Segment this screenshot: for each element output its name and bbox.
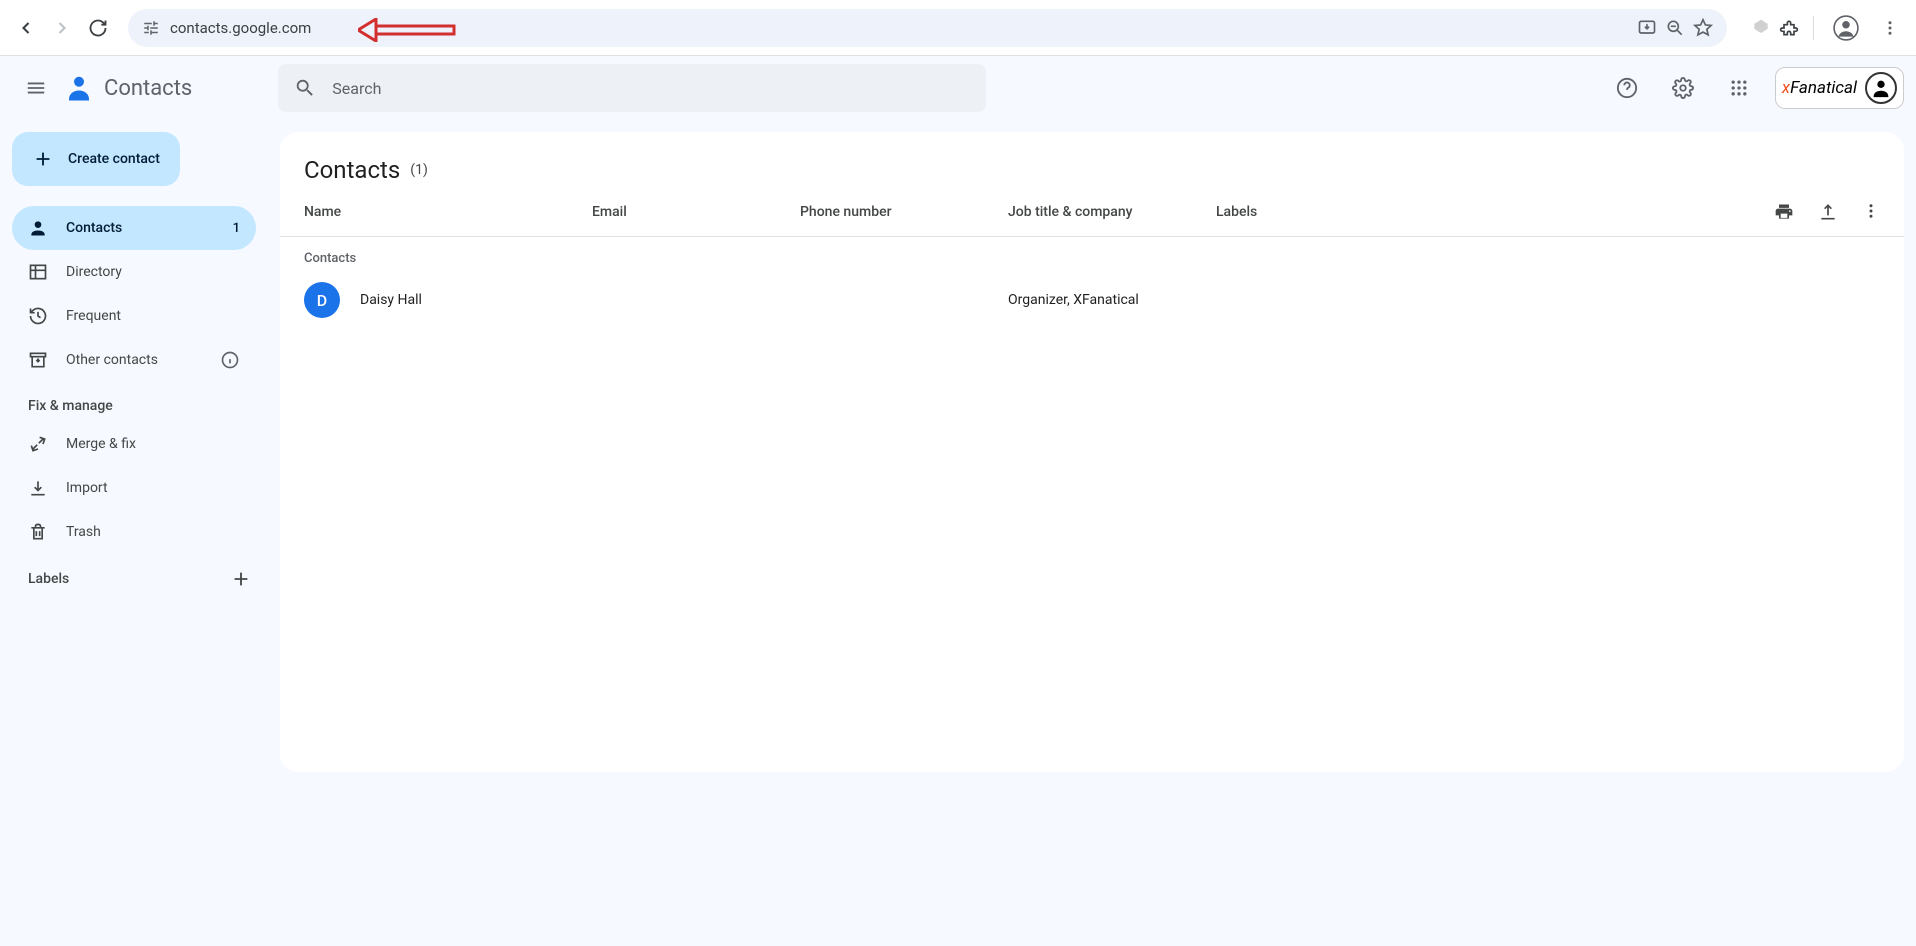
page-title: Contacts (1): [280, 156, 1904, 184]
browser-toolbar: contacts.google.com: [0, 0, 1916, 56]
account-brand: xFanatical: [1782, 78, 1857, 98]
labels-header-text: Labels: [28, 571, 69, 587]
col-header-phone: Phone number: [800, 204, 1008, 220]
contact-avatar: D: [304, 282, 340, 318]
search-box[interactable]: [278, 64, 986, 112]
create-contact-button[interactable]: Create contact: [12, 132, 180, 186]
help-button[interactable]: [1607, 68, 1647, 108]
plus-icon: [230, 568, 252, 590]
directory-icon: [28, 262, 52, 282]
table-header: Name Email Phone number Job title & comp…: [280, 184, 1904, 237]
sidebar-item-contacts[interactable]: Contacts 1: [12, 206, 256, 250]
sidebar-item-label: Directory: [66, 264, 122, 280]
export-button[interactable]: [1818, 202, 1838, 222]
labels-section: Labels: [8, 554, 272, 604]
address-bar[interactable]: contacts.google.com: [128, 9, 1727, 47]
col-header-email: Email: [592, 204, 800, 220]
content-panel: Contacts (1) Name Email Phone number Job…: [280, 132, 1904, 772]
print-button[interactable]: [1774, 202, 1794, 222]
search-input[interactable]: [332, 79, 970, 98]
merge-icon: [28, 434, 52, 454]
install-icon[interactable]: [1637, 18, 1657, 38]
search-icon: [294, 77, 316, 99]
sidebar-item-import[interactable]: Import: [12, 466, 256, 510]
sidebar-item-frequent[interactable]: Frequent: [12, 294, 256, 338]
info-icon[interactable]: [220, 350, 240, 370]
account-avatar-icon: [1865, 72, 1897, 104]
bookmark-star-icon[interactable]: [1693, 18, 1713, 38]
col-header-name: Name: [304, 204, 592, 220]
col-header-job: Job title & company: [1008, 204, 1216, 220]
zoom-icon[interactable]: [1665, 18, 1685, 38]
sidebar-item-label: Other contacts: [66, 352, 158, 368]
create-contact-label: Create contact: [68, 151, 160, 167]
sidebar-item-label: Merge & fix: [66, 436, 136, 452]
add-label-button[interactable]: [230, 568, 252, 590]
forward-button[interactable]: [44, 10, 80, 46]
settings-button[interactable]: [1663, 68, 1703, 108]
extensions-icon[interactable]: [1779, 18, 1799, 38]
contact-job: Organizer, XFanatical: [1008, 292, 1216, 308]
apps-button[interactable]: [1719, 68, 1759, 108]
plus-icon: [32, 148, 54, 170]
app-header: Contacts xFanatical: [0, 56, 1916, 120]
sidebar-item-other[interactable]: Other contacts: [12, 338, 256, 382]
section-label: Contacts: [280, 237, 1904, 272]
sidebar-item-label: Contacts: [66, 220, 122, 236]
back-button[interactable]: [8, 10, 44, 46]
contacts-count: (1): [410, 162, 428, 178]
contact-name: Daisy Hall: [360, 292, 422, 308]
col-header-labels: Labels: [1216, 204, 1774, 220]
archive-icon: [28, 350, 52, 370]
sidebar-item-label: Trash: [66, 524, 101, 540]
site-tune-icon[interactable]: [142, 19, 160, 37]
main-menu-button[interactable]: [12, 64, 60, 112]
import-icon: [28, 478, 52, 498]
sidebar-section-fix: Fix & manage: [8, 382, 272, 422]
trash-icon: [28, 522, 52, 542]
separator: [1813, 16, 1814, 40]
app-name: Contacts: [104, 76, 192, 101]
sidebar-item-label: Import: [66, 480, 108, 496]
sidebar-item-directory[interactable]: Directory: [12, 250, 256, 294]
more-button[interactable]: [1862, 202, 1880, 222]
account-button[interactable]: xFanatical: [1775, 67, 1904, 109]
app-logo[interactable]: Contacts: [64, 73, 192, 103]
reload-button[interactable]: [80, 10, 116, 46]
chrome-menu-button[interactable]: [1872, 10, 1908, 46]
sidebar-item-merge[interactable]: Merge & fix: [12, 422, 256, 466]
sidebar-item-label: Frequent: [66, 308, 121, 324]
contacts-logo-icon: [64, 73, 94, 103]
person-icon: [28, 218, 52, 238]
url-text: contacts.google.com: [170, 19, 311, 37]
sidebar-item-count: 1: [233, 221, 240, 236]
extension-icon-1[interactable]: [1751, 18, 1771, 38]
chrome-profile-button[interactable]: [1828, 10, 1864, 46]
sidebar-item-trash[interactable]: Trash: [12, 510, 256, 554]
history-icon: [28, 306, 52, 326]
table-row[interactable]: D Daisy Hall Organizer, XFanatical: [280, 272, 1904, 328]
sidebar: Create contact Contacts 1 Directory Freq…: [0, 120, 280, 784]
